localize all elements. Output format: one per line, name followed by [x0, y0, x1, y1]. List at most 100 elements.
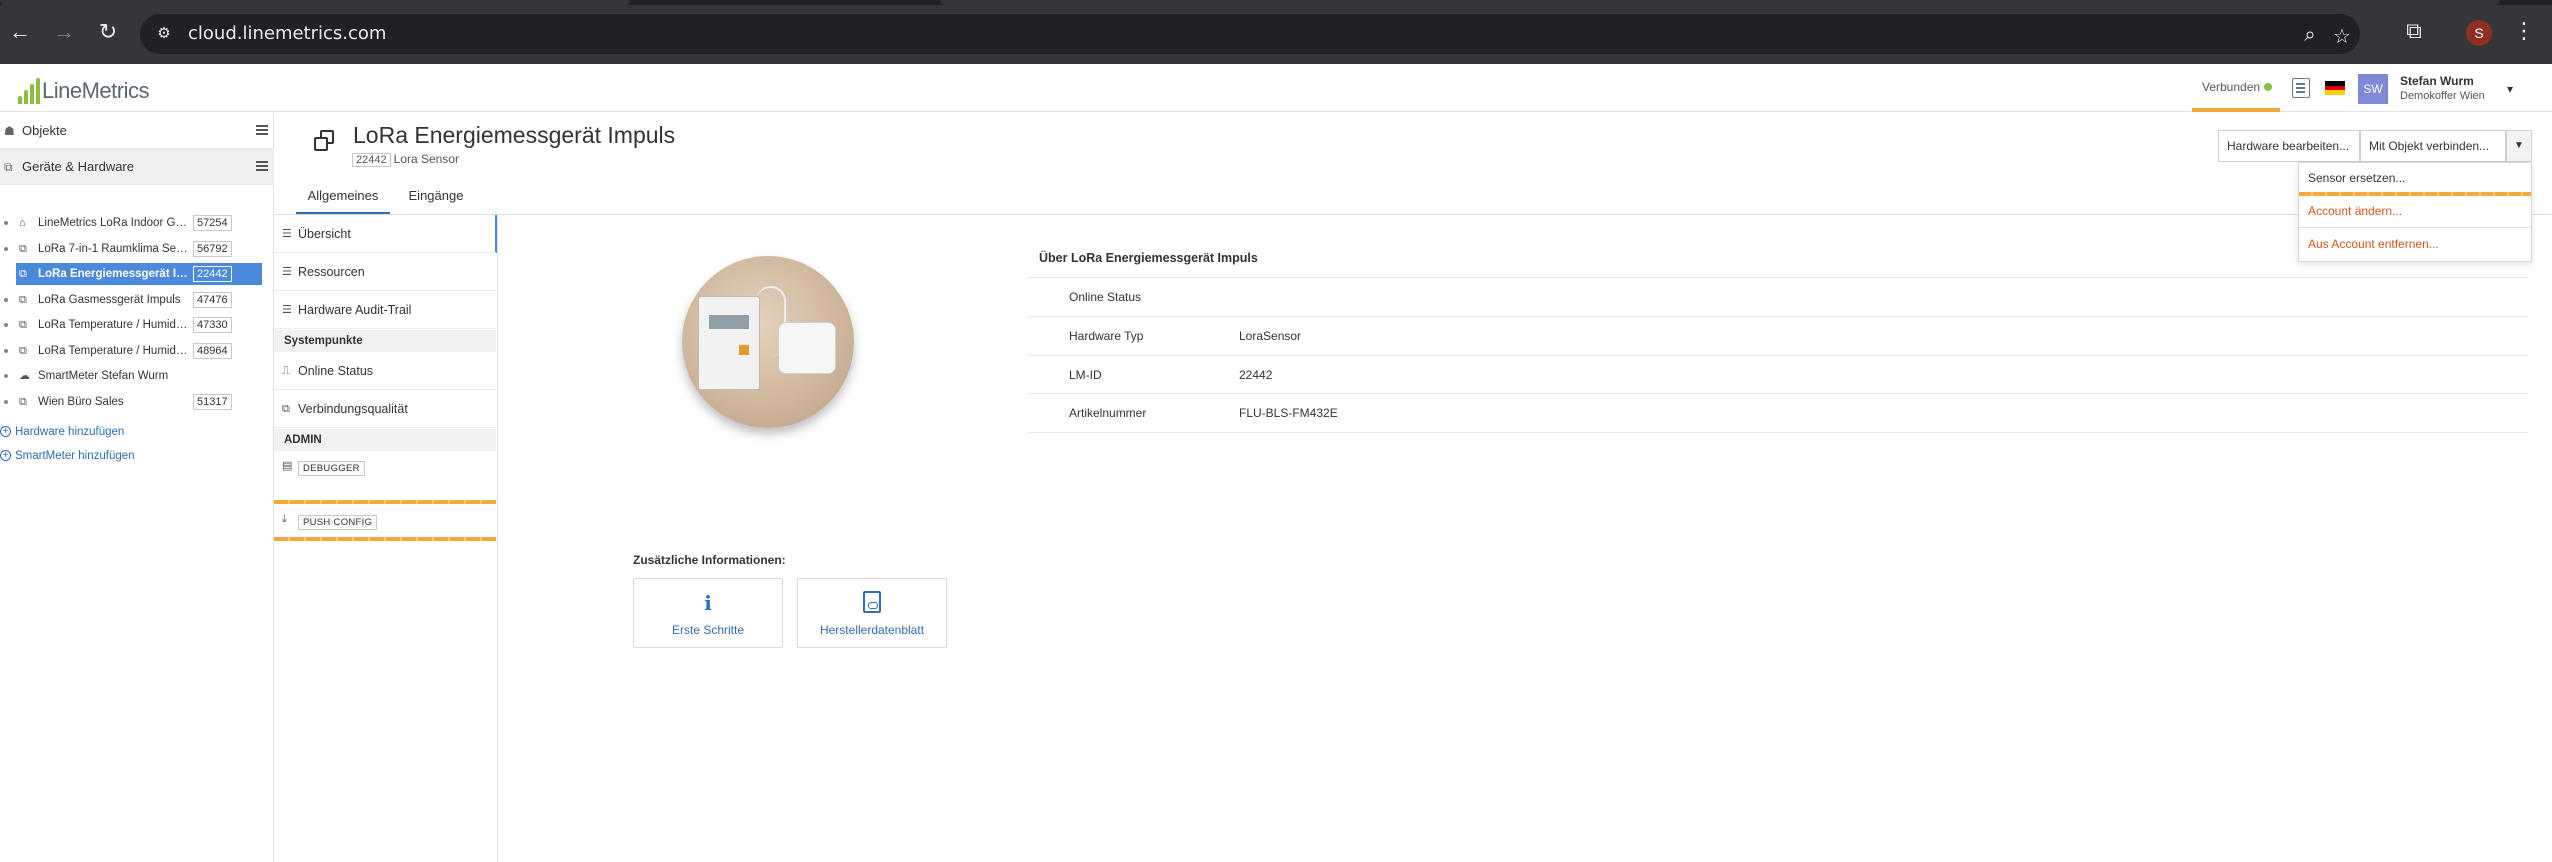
tree-item[interactable]: ⧉ LoRa Temperature / Humidit... 47330 — [0, 314, 262, 336]
card-label: Herstellerdatenblatt — [819, 623, 925, 637]
section-menu-icon[interactable] — [256, 125, 268, 135]
user-avatar[interactable]: SW — [2358, 74, 2388, 104]
user-menu[interactable]: Stefan Wurm Demokoffer Wien — [2400, 74, 2485, 102]
sensor-icon: ⧉ — [19, 294, 27, 306]
list-icon: ☰ — [282, 304, 292, 316]
browser-toolbar: ← → ↻ ⚙ cloud.linemetrics.com ⌕ ☆ ⧉ S ⋮ — [0, 0, 2552, 64]
linemetrics-logo[interactable]: LineMetrics — [18, 76, 149, 104]
clipboard-icon: ▤ — [282, 460, 293, 472]
bullet — [4, 221, 8, 225]
device-type-label: Lora Sensor — [393, 152, 459, 166]
tab-strip — [0, 0, 2552, 5]
profile-avatar[interactable]: S — [2466, 20, 2492, 46]
nav-item-audit-trail[interactable]: ☰ Hardware Audit-Trail — [274, 291, 496, 329]
nav-item-label: Online Status — [298, 364, 374, 378]
tree-item[interactable]: ⧉ LoRa Temperature / Humidit... 48964 — [0, 340, 262, 362]
menu-item-remove-from-account[interactable]: Aus Account entfernen... — [2299, 230, 2531, 258]
info-icon: i — [704, 591, 712, 615]
actions-dropdown: Sensor ersetzen... Account ändern... Aus… — [2298, 162, 2532, 262]
hardware-icon: ⧉ — [4, 160, 13, 174]
tool-highlight — [274, 537, 496, 541]
bullet — [4, 323, 8, 327]
info-value: LoraSensor — [1239, 329, 1302, 343]
debugger-tool[interactable]: ▤ DEBUGGER — [274, 451, 496, 487]
cloud-icon: ☁ — [19, 370, 30, 382]
user-org: Demokoffer Wien — [2400, 90, 2485, 102]
add-hardware-link[interactable]: + Hardware hinzufügen — [0, 422, 124, 442]
site-settings-icon[interactable]: ⚙ — [154, 24, 174, 44]
sidebar-section-label: Geräte & Hardware — [22, 159, 134, 174]
tab-eingaenge[interactable]: Eingänge — [400, 182, 472, 214]
tree-item-label: LoRa Temperature / Humidit... — [38, 345, 188, 357]
add-hardware-label: Hardware hinzufügen — [15, 426, 125, 438]
menu-item-change-account[interactable]: Account ändern... — [2299, 197, 2531, 225]
push-config-tool[interactable]: ⤓ PUSH CONFIG — [274, 505, 496, 541]
tree-item[interactable]: ⧉ LoRa Gasmessgerät Impuls 47476 — [0, 289, 262, 311]
link-icon: ⧉ — [282, 403, 290, 415]
info-key: Online Status — [1069, 290, 1142, 304]
app-header: LineMetrics Verbunden SW Stefan Wurm Dem… — [0, 64, 2552, 112]
page-title: LoRa Energiemessgerät Impuls — [353, 122, 676, 148]
first-steps-card[interactable]: i Erste Schritte — [633, 578, 783, 648]
push-config-button[interactable]: PUSH CONFIG — [298, 515, 378, 530]
zoom-icon[interactable]: ⌕ — [2298, 24, 2322, 47]
section-nav: ☰ Übersicht ☰ Ressourcen ☰ Hardware Audi… — [274, 215, 498, 862]
nav-item-online-status[interactable]: ⎍ Online Status — [274, 352, 496, 390]
tree-item[interactable]: ⧉ LoRa 7-in-1 Raumklima Sen... 56792 — [0, 238, 262, 260]
chevron-down-icon[interactable]: ▼ — [2506, 130, 2532, 162]
edit-hardware-button[interactable]: Hardware bearbeiten... — [2218, 130, 2360, 162]
brand-name: LineMetrics — [42, 78, 149, 103]
browser-tab[interactable] — [0, 0, 630, 5]
sidebar-section-objects[interactable]: ☗ Objekte — [0, 113, 274, 149]
nav-item-label: Übersicht — [298, 227, 351, 241]
debugger-button[interactable]: DEBUGGER — [298, 461, 365, 476]
forward-icon[interactable]: → — [50, 18, 78, 46]
extensions-icon[interactable]: ⧉ — [2400, 18, 2428, 44]
menu-highlight — [2299, 192, 2531, 196]
bookmark-star-icon[interactable]: ☆ — [2330, 24, 2354, 49]
tree-item[interactable]: ⌂ LineMetrics LoRa Indoor Ga... 57254 — [0, 212, 262, 234]
add-smartmeter-label: SmartMeter hinzufügen — [15, 450, 135, 462]
documentation-icon[interactable] — [2292, 78, 2310, 98]
info-row: LM-ID 22442 — [1028, 355, 2528, 393]
id-badge: 22442 — [193, 266, 232, 282]
divider — [274, 214, 2552, 215]
datasheet-card[interactable]: Herstellerdatenblatt — [797, 578, 947, 648]
pdf-icon — [798, 591, 946, 619]
info-value: 22442 — [1239, 368, 1273, 382]
tree-item-label: LoRa 7-in-1 Raumklima Sen... — [38, 243, 188, 255]
german-flag-icon[interactable] — [2325, 81, 2345, 95]
nav-item-label: Verbindungsqualität — [298, 402, 408, 416]
tree-item[interactable]: ⧉ Wien Büro Sales 51317 — [0, 391, 262, 413]
add-smartmeter-link[interactable]: + SmartMeter hinzufügen — [0, 446, 135, 466]
address-bar[interactable]: ⚙ cloud.linemetrics.com ⌕ ☆ — [140, 14, 2360, 54]
tree-item-label: SmartMeter Stefan Wurm — [38, 370, 169, 382]
browser-tab[interactable] — [940, 0, 2500, 5]
tree-item-selected[interactable]: ⧉ LoRa Energiemessgerät Im... 22442 — [16, 263, 262, 285]
back-icon[interactable]: ← — [6, 18, 34, 46]
tree-item[interactable]: ☁ SmartMeter Stefan Wurm — [0, 365, 262, 387]
sensor-icon: ⧉ — [19, 396, 27, 408]
section-menu-icon[interactable] — [256, 161, 268, 171]
status-highlight — [2192, 108, 2280, 112]
tab-allgemeines[interactable]: Allgemeines — [296, 182, 390, 214]
menu-item-replace-sensor[interactable]: Sensor ersetzen... — [2299, 164, 2531, 192]
id-badge: 47476 — [193, 292, 232, 308]
lora-sensor-graphic — [778, 322, 836, 374]
connect-object-button[interactable]: Mit Objekt verbinden... — [2360, 130, 2506, 162]
sidebar-section-hardware[interactable]: ⧉ Geräte & Hardware — [0, 149, 274, 185]
nav-item-resources[interactable]: ☰ Ressourcen — [274, 253, 496, 291]
logo-bars-icon — [18, 78, 40, 104]
user-menu-caret-icon[interactable]: ▾ — [2507, 82, 2513, 96]
info-title: Über LoRa Energiemessgerät Impuls — [1039, 251, 1258, 265]
reload-icon[interactable]: ↻ — [94, 18, 122, 46]
sensor-icon: ⧉ — [19, 268, 27, 280]
card-label: Erste Schritte — [671, 623, 745, 637]
tool-highlight — [274, 500, 496, 504]
nav-item-overview[interactable]: ☰ Übersicht — [274, 215, 496, 253]
menu-dots-icon[interactable]: ⋮ — [2510, 18, 2538, 44]
id-badge: 51317 — [193, 394, 232, 410]
url-text[interactable]: cloud.linemetrics.com — [188, 23, 386, 44]
sidebar: ☗ Objekte ⧉ Geräte & Hardware ⌂ LineMetr… — [0, 113, 274, 862]
nav-item-connection-quality[interactable]: ⧉ Verbindungsqualität — [274, 390, 496, 428]
